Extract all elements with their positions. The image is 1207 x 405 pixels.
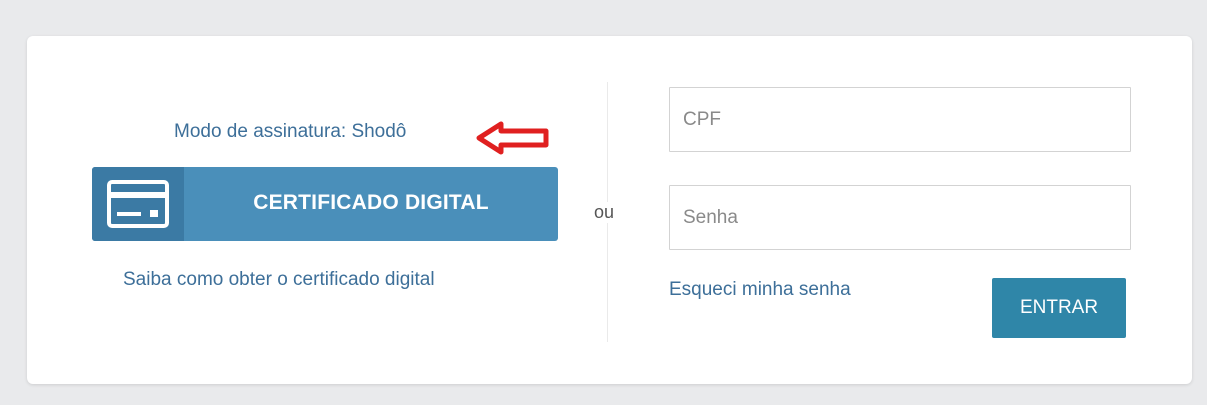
signature-mode-label: Modo de assinatura: Shodô — [174, 121, 407, 142]
password-input[interactable] — [669, 185, 1131, 250]
certificate-digital-button[interactable]: CERTIFICADO DIGITAL — [92, 167, 558, 241]
cpf-input[interactable] — [669, 87, 1131, 152]
certificate-help-link[interactable]: Saiba como obter o certificado digital — [123, 269, 435, 291]
red-arrow-left-icon — [476, 121, 549, 155]
certificate-icon-container — [92, 167, 184, 241]
login-button[interactable]: ENTRAR — [992, 278, 1126, 338]
certificate-button-label: CERTIFICADO DIGITAL — [253, 191, 489, 214]
forgot-password-link[interactable]: Esqueci minha senha — [669, 279, 851, 301]
credit-card-icon — [107, 180, 169, 228]
or-separator: ou — [592, 202, 617, 223]
